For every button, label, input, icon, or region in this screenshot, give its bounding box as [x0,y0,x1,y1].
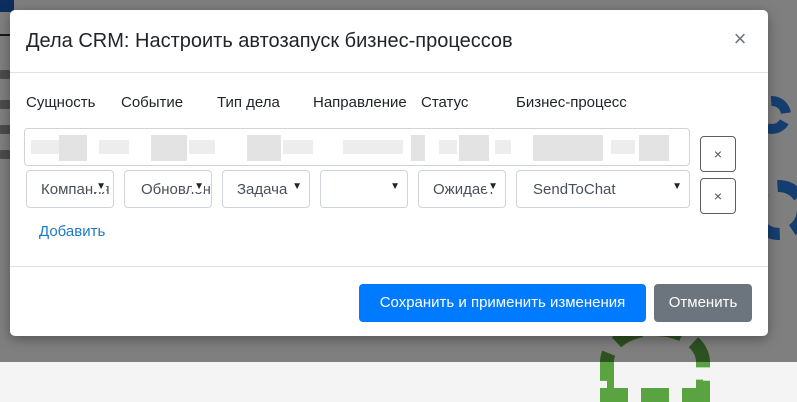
blur-block [283,140,313,154]
remove-row-button[interactable]: × [700,136,736,172]
save-apply-button[interactable]: Сохранить и применить изменения [359,284,646,322]
caret-down-icon: ▼ [94,181,106,192]
blurred-rule-row[interactable] [24,128,690,166]
blur-block [533,135,603,161]
business-process-select-value: SendToChat [533,181,616,198]
blur-block [439,140,457,154]
column-header-business-process: Бизнес-процесс [516,94,627,111]
activity-type-select-value: Задача [237,181,288,198]
column-header-activity-type: Тип дела [217,94,280,111]
blur-block [343,140,403,154]
business-process-select[interactable]: SendToChat ▼ [516,170,690,208]
blur-block [495,140,511,154]
column-header-status: Статус [421,94,469,111]
event-select[interactable]: Обновление ▼ [124,170,212,208]
caret-down-icon: ▼ [290,181,302,192]
remove-row-icon: × [713,188,723,204]
remove-row-button[interactable]: × [700,178,736,214]
close-icon[interactable]: × [730,28,750,50]
caret-down-icon: ▼ [388,181,400,192]
caret-down-icon: ▼ [670,181,682,192]
column-header-direction: Направление [313,94,407,111]
column-header-entity: Сущность [26,94,96,111]
remove-row-icon: × [713,146,723,162]
blur-block [151,135,187,161]
modal-footer: Сохранить и применить изменения Отменить [10,266,768,336]
modal-body: Сущность Событие Тип дела Направление Ст… [10,72,768,266]
blur-block [411,135,425,161]
entity-select[interactable]: Компания ▼ [26,170,114,208]
activity-type-select[interactable]: Задача ▼ [222,170,310,208]
modal-title: Дела CRM: Настроить автозапуск бизнес-пр… [26,30,513,52]
column-header-event: Событие [121,94,184,111]
modal-header: Дела CRM: Настроить автозапуск бизнес-пр… [10,10,768,73]
blur-block [459,135,489,161]
caret-down-icon: ▼ [192,181,204,192]
blur-block [189,140,215,154]
blur-block [247,135,281,161]
blur-block [639,135,669,161]
autostart-modal: Дела CRM: Настроить автозапуск бизнес-пр… [10,10,768,336]
caret-down-icon: ▼ [486,181,498,192]
blur-block [611,140,635,154]
add-rule-link[interactable]: Добавить [39,223,105,240]
blur-block [99,140,129,154]
blur-block [59,135,87,161]
direction-select[interactable]: ▼ [320,170,408,208]
cancel-button[interactable]: Отменить [654,284,752,322]
status-select[interactable]: Ожидает ▼ [418,170,506,208]
